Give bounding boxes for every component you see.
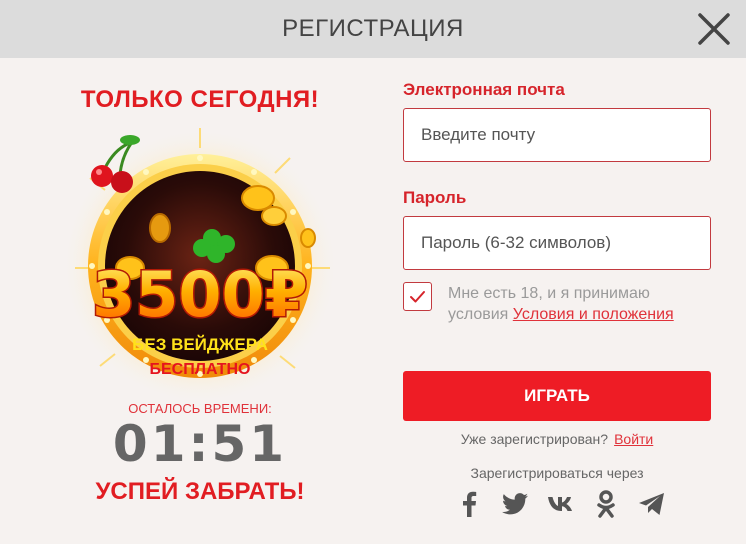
odnoklassniki-icon[interactable] [590,488,622,520]
dialog-title: РЕГИСТРАЦИЯ [282,15,464,42]
bonus-amount: 3500₽ [92,258,308,331]
bonus-line-2: БЕСПЛАТНО [150,361,251,378]
play-button[interactable]: ИГРАТЬ [403,371,711,421]
email-label: Электронная почта [403,80,565,99]
promo-panel: ТОЛЬКО СЕГОДНЯ! 3500₽ БЕЗ ВЕЙДЖЕРА БЕСПЛ… [60,58,340,544]
promo-cta-text: УСПЕЙ ЗАБРАТЬ! [95,478,305,505]
social-buttons [453,488,668,520]
bonus-line-1: БЕЗ ВЕЙДЖЕРА [132,335,268,354]
password-label: Пароль [403,188,467,207]
terms-link[interactable]: Условия и положения [513,306,674,323]
login-link[interactable]: Войти [614,431,653,447]
facebook-icon[interactable] [453,488,485,520]
email-field[interactable] [403,108,711,162]
telegram-icon[interactable] [636,488,668,520]
already-registered-label: Уже зарегистрирован? [460,431,609,447]
agree-text: Мне есть 18, и я принимаю условия Услови… [448,283,713,325]
registration-form: Электронная почта Пароль Мне есть 18, и … [403,58,713,544]
dialog-header: РЕГИСТРАЦИЯ [0,0,746,58]
agree-checkbox[interactable] [403,282,432,311]
social-register-label: Зарегистрироваться через [470,465,644,481]
checkmark-icon [410,291,425,303]
promo-headline: ТОЛЬКО СЕГОДНЯ! [80,86,320,113]
twitter-icon[interactable] [499,488,531,520]
password-field[interactable] [403,216,711,270]
close-icon[interactable] [694,9,734,49]
bonus-badge-image: 3500₽ БЕЗ ВЕЙДЖЕРА БЕСПЛАТНО [62,128,338,398]
already-registered: Уже зарегистрирован? Войти [403,431,711,447]
countdown-timer: 01:51 [112,415,288,473]
vk-icon[interactable] [545,488,577,520]
time-left-label: ОСТАЛОСЬ ВРЕМЕНИ: [128,401,272,416]
